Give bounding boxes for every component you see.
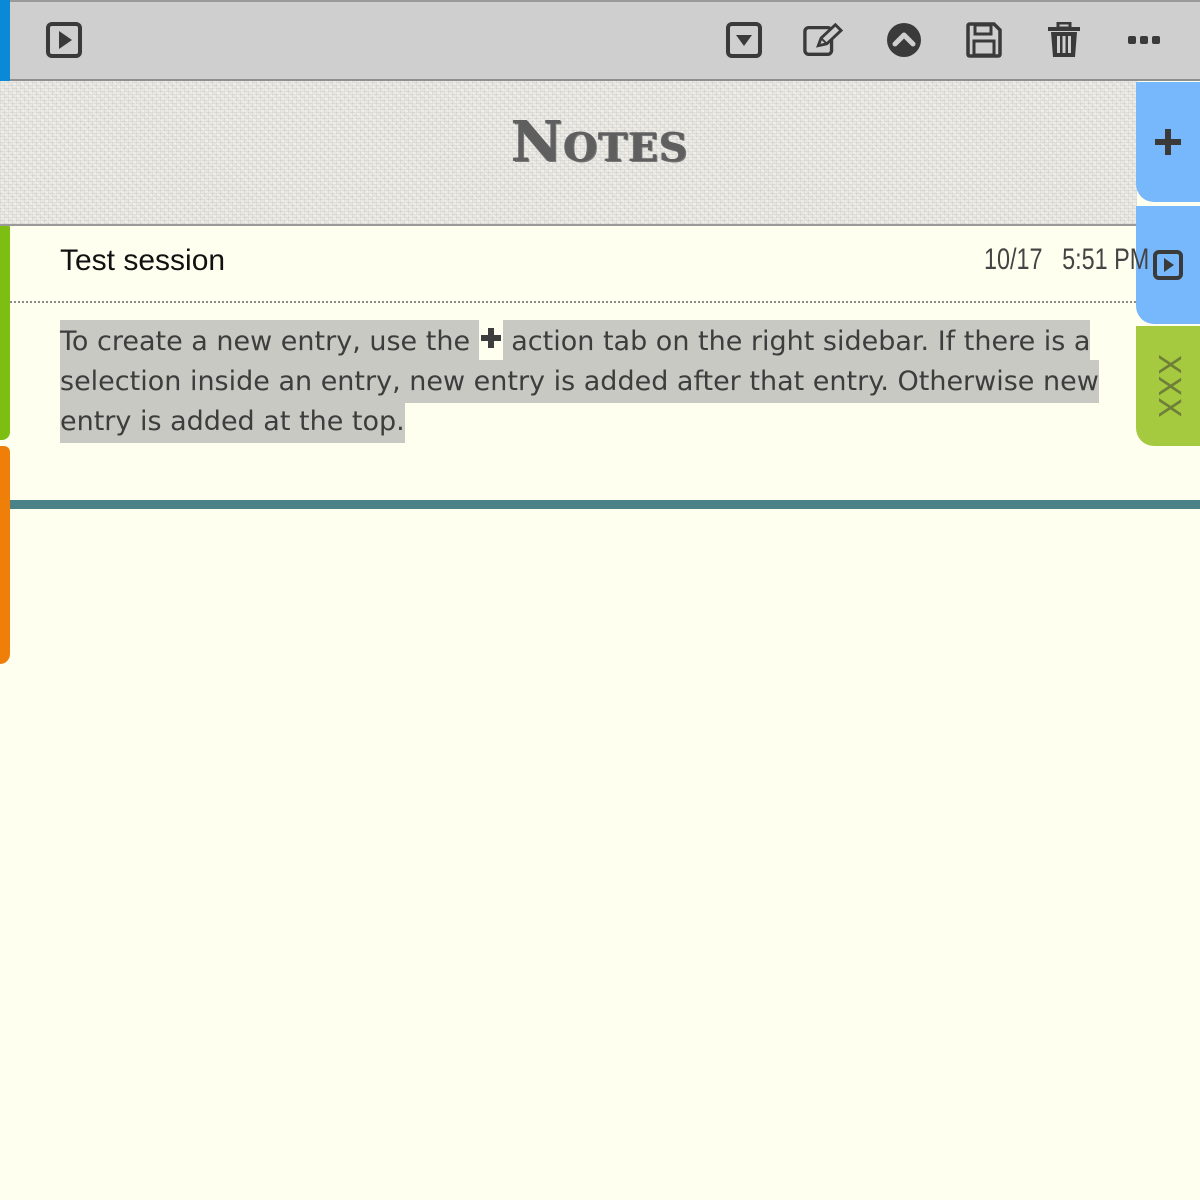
edit-icon	[803, 22, 843, 56]
toolbar	[0, 0, 1200, 81]
section-divider	[10, 500, 1200, 509]
plus-icon	[1155, 129, 1181, 155]
app-title: Notes	[511, 109, 689, 175]
collapse-down-button[interactable]	[724, 20, 764, 60]
left-tab-green[interactable]	[0, 222, 10, 440]
save-button[interactable]	[964, 20, 1004, 60]
more-icon	[1128, 36, 1160, 44]
entry-body-text-1: To create a new entry, use the	[60, 320, 471, 363]
entry-title[interactable]: Test session	[60, 244, 225, 278]
entry-timestamp: 10/17 5:51 PM	[984, 243, 1149, 277]
entry-body[interactable]: To create a new entry, use the action ta…	[60, 320, 1130, 443]
more-button[interactable]	[1124, 20, 1164, 60]
entry-time: 5:51 PM	[1062, 243, 1150, 276]
chevron-up-circle-icon	[887, 23, 921, 57]
header-banner: Notes	[0, 81, 1137, 226]
xxx-tab[interactable]: XXX	[1136, 326, 1200, 446]
delete-button[interactable]	[1044, 20, 1084, 60]
play-button[interactable]	[44, 20, 84, 60]
chevron-down-box-icon	[726, 22, 762, 58]
trash-icon	[1048, 22, 1080, 57]
plus-icon	[478, 320, 503, 356]
entry-date: 10/17	[984, 243, 1043, 276]
move-up-button[interactable]	[884, 20, 924, 60]
add-entry-tab[interactable]	[1136, 82, 1200, 202]
xxx-tab-label: XXX	[1150, 353, 1186, 419]
save-icon	[966, 22, 1002, 58]
entry-divider	[10, 301, 1136, 303]
edit-button[interactable]	[803, 20, 843, 60]
left-tab-orange[interactable]	[0, 446, 10, 664]
play-icon	[1153, 250, 1183, 280]
play-icon	[46, 22, 82, 58]
